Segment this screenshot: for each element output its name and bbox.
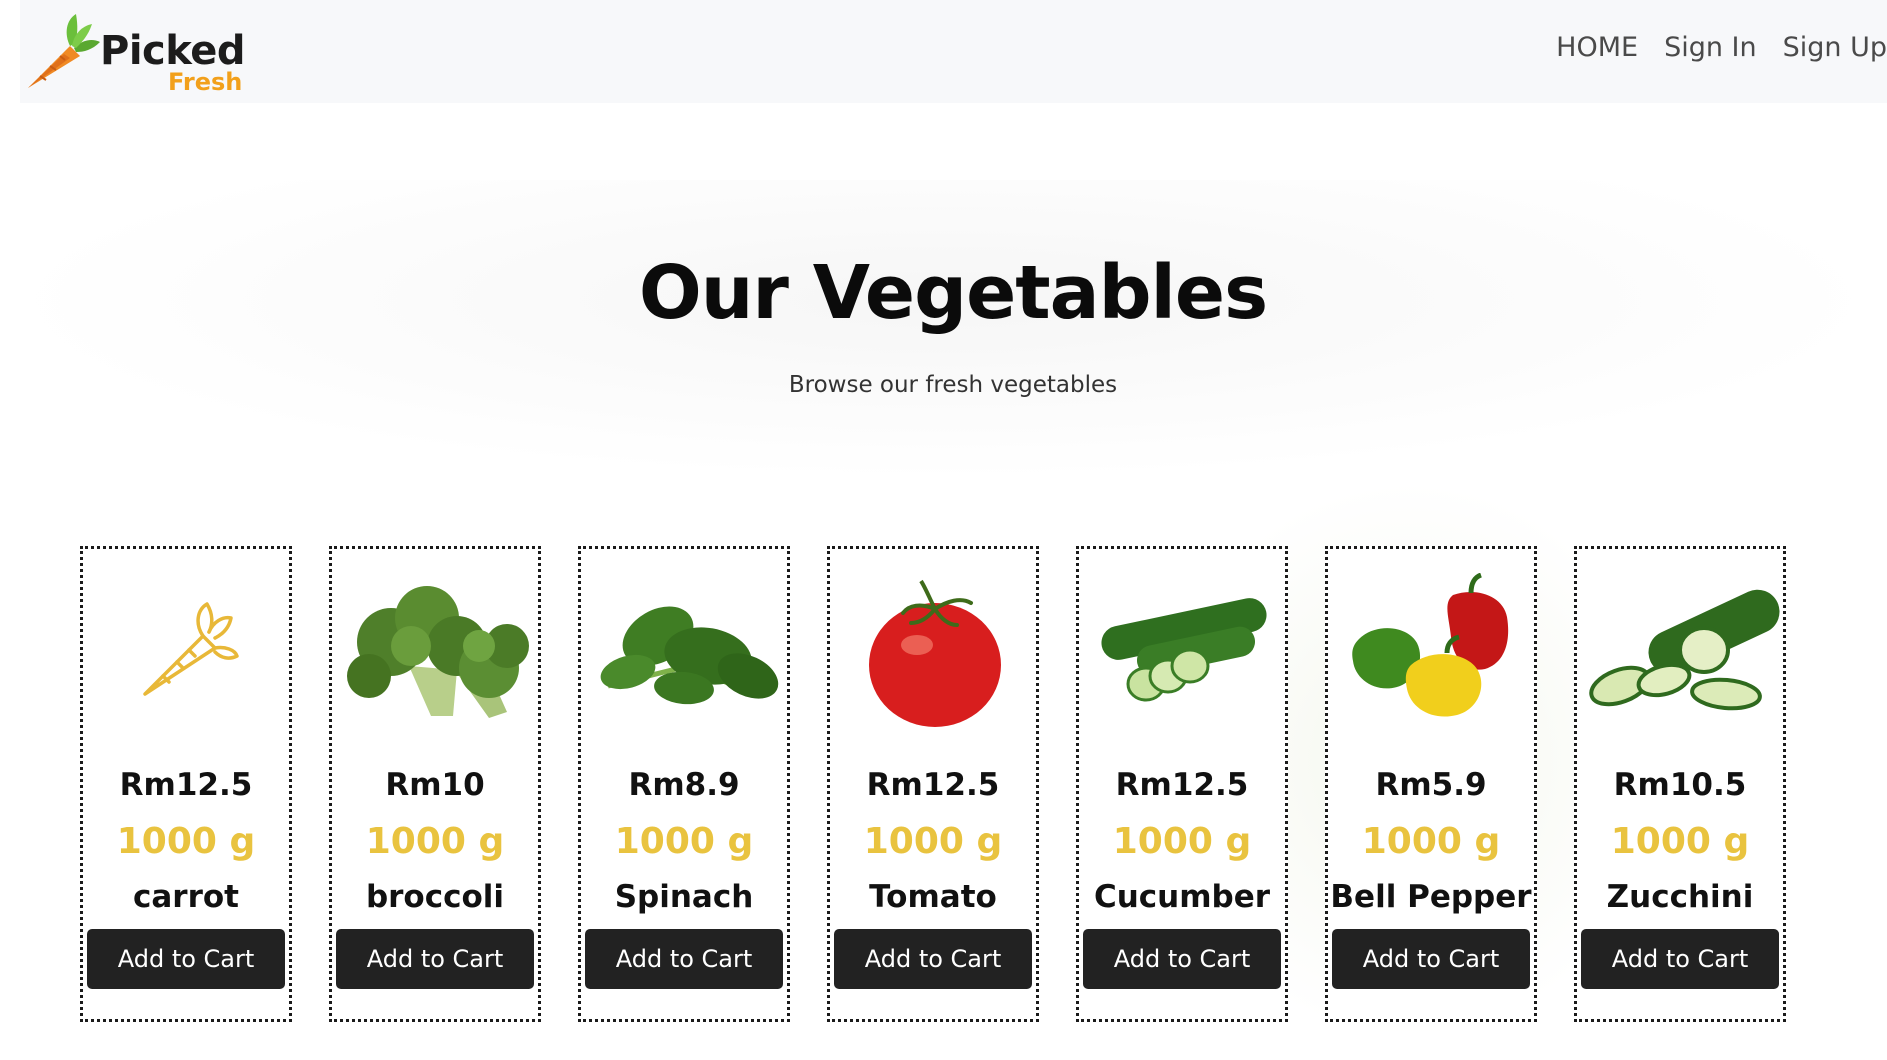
navbar: Picked Fresh HOME Sign In Sign Up bbox=[20, 0, 1887, 103]
product-price: Rm5.9 bbox=[1375, 767, 1487, 803]
product-price: Rm12.5 bbox=[1115, 767, 1249, 803]
product-weight: 1000 g bbox=[1361, 821, 1501, 862]
page-subtitle: Browse our fresh vegetables bbox=[788, 372, 1118, 398]
product-name: carrot bbox=[133, 879, 239, 915]
product-name: Zucchini bbox=[1606, 879, 1754, 915]
bell-pepper-image bbox=[1334, 571, 1532, 731]
product-weight: 1000 g bbox=[863, 821, 1003, 862]
zucchini-image bbox=[1583, 571, 1781, 731]
product-card-broccoli: Rm10 1000 g broccoli Add to Cart bbox=[329, 546, 541, 1022]
product-weight: 1000 g bbox=[614, 821, 754, 862]
product-card-tomato: Rm12.5 1000 g Tomato Add to Cart bbox=[827, 546, 1039, 1022]
add-to-cart-button[interactable]: Add to Cart bbox=[585, 929, 783, 989]
product-price: Rm12.5 bbox=[866, 767, 1000, 803]
product-name: Bell Pepper bbox=[1330, 879, 1532, 915]
product-name: Cucumber bbox=[1093, 879, 1271, 915]
product-name: Tomato bbox=[869, 879, 997, 915]
nav-sign-in-link[interactable]: Sign In bbox=[1664, 32, 1757, 63]
carrot-outline-icon bbox=[89, 571, 287, 731]
product-weight: 1000 g bbox=[1112, 821, 1252, 862]
nav-home-link[interactable]: HOME bbox=[1556, 32, 1638, 63]
add-to-cart-button[interactable]: Add to Cart bbox=[834, 929, 1032, 989]
broccoli-image bbox=[338, 571, 536, 731]
brand-logo[interactable]: Picked Fresh bbox=[20, 10, 260, 96]
brand-name-secondary: Fresh bbox=[168, 68, 243, 96]
carrot-logo-icon bbox=[28, 14, 100, 88]
tomato-image bbox=[836, 571, 1034, 731]
add-to-cart-button[interactable]: Add to Cart bbox=[1083, 929, 1281, 989]
product-card-bell-pepper: Rm5.9 1000 g Bell Pepper Add to Cart bbox=[1325, 546, 1537, 1022]
product-price: Rm8.9 bbox=[628, 767, 740, 803]
add-to-cart-button[interactable]: Add to Cart bbox=[1581, 929, 1779, 989]
product-card-carrot: Rm12.5 1000 g carrot Add to Cart bbox=[80, 546, 292, 1022]
product-weight: 1000 g bbox=[1610, 821, 1750, 862]
nav-links: HOME Sign In Sign Up bbox=[1556, 32, 1887, 63]
product-price: Rm10.5 bbox=[1613, 767, 1747, 803]
product-name: broccoli bbox=[365, 879, 505, 915]
nav-sign-up-link[interactable]: Sign Up bbox=[1783, 32, 1887, 63]
product-grid: Rm12.5 1000 g carrot Add to Cart Rm10 10… bbox=[80, 546, 1786, 1022]
product-card-zucchini: Rm10.5 1000 g Zucchini Add to Cart bbox=[1574, 546, 1786, 1022]
spinach-image bbox=[587, 571, 785, 731]
product-price: Rm12.5 bbox=[119, 767, 253, 803]
product-card-cucumber: Rm12.5 1000 g Cucumber Add to Cart bbox=[1076, 546, 1288, 1022]
page-title: Our Vegetables bbox=[638, 250, 1268, 336]
add-to-cart-button[interactable]: Add to Cart bbox=[1332, 929, 1530, 989]
product-price: Rm10 bbox=[385, 767, 485, 803]
add-to-cart-button[interactable]: Add to Cart bbox=[336, 929, 534, 989]
cucumber-image bbox=[1085, 571, 1283, 731]
product-weight: 1000 g bbox=[365, 821, 505, 862]
add-to-cart-button[interactable]: Add to Cart bbox=[87, 929, 285, 989]
product-name: Spinach bbox=[614, 879, 754, 915]
product-card-spinach: Rm8.9 1000 g Spinach Add to Cart bbox=[578, 546, 790, 1022]
product-weight: 1000 g bbox=[116, 821, 256, 862]
